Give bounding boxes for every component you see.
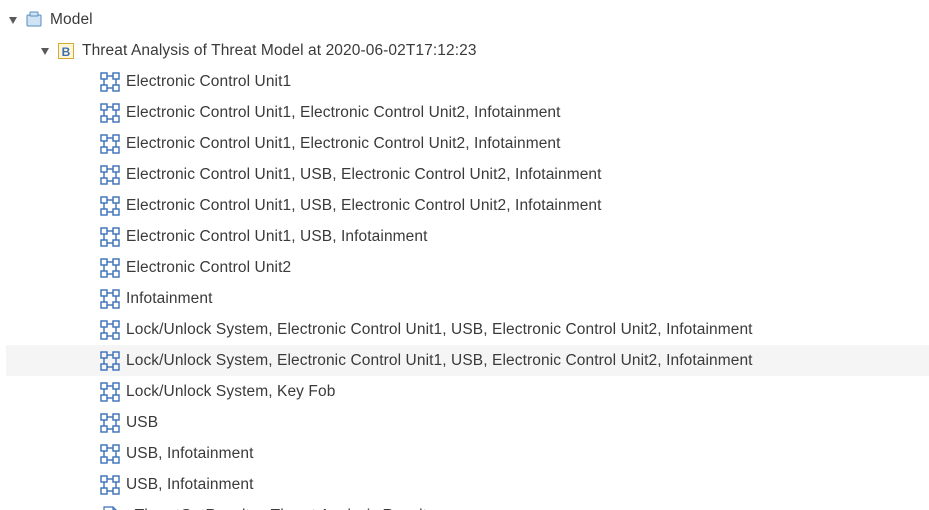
node-icon [100, 103, 120, 123]
node-icon [100, 351, 120, 371]
tree-label: Lock/Unlock System, Electronic Control U… [126, 352, 753, 370]
expander-icon[interactable] [6, 12, 22, 28]
node-icon [100, 227, 120, 247]
tree-label: Electronic Control Unit1, USB, Electroni… [126, 197, 602, 215]
tree-label: «ThreatGetResults» Threat Analysis Resul… [126, 507, 427, 510]
tree-row[interactable]: USB, Infotainment [6, 438, 929, 469]
tree-label: Lock/Unlock System, Key Fob [126, 383, 335, 401]
tree-row[interactable]: Lock/Unlock System, Electronic Control U… [6, 314, 929, 345]
model-icon [24, 10, 44, 30]
tree-row[interactable]: Lock/Unlock System, Electronic Control U… [6, 345, 929, 376]
node-icon [100, 475, 120, 495]
analysis-icon [56, 41, 76, 61]
tree-label: Infotainment [126, 290, 213, 308]
node-icon [100, 382, 120, 402]
tree-row-analysis[interactable]: Threat Analysis of Threat Model at 2020-… [6, 35, 929, 66]
tree-label: USB [126, 414, 158, 432]
tree-row[interactable]: Electronic Control Unit1, Electronic Con… [6, 97, 929, 128]
tree-row[interactable]: USB, Infotainment [6, 469, 929, 500]
tree-view: Model Threat Analysis of Threat Model at… [0, 0, 929, 510]
tree-label: Threat Analysis of Threat Model at 2020-… [82, 42, 477, 60]
tree-row[interactable]: USB [6, 407, 929, 438]
tree-label: Electronic Control Unit1, USB, Infotainm… [126, 228, 428, 246]
tree-row[interactable]: Electronic Control Unit1, USB, Electroni… [6, 190, 929, 221]
tree-label: Electronic Control Unit1, Electronic Con… [126, 104, 561, 122]
tree-label: Electronic Control Unit2 [126, 259, 291, 277]
tree-row-model[interactable]: Model [6, 4, 929, 35]
node-icon [100, 72, 120, 92]
node-icon [100, 134, 120, 154]
node-icon [100, 413, 120, 433]
expander-icon[interactable] [38, 43, 54, 59]
tree-label: Electronic Control Unit1, USB, Electroni… [126, 166, 602, 184]
node-icon [100, 165, 120, 185]
tree-row[interactable]: «ThreatGetResults» Threat Analysis Resul… [6, 500, 929, 510]
tree-label: USB, Infotainment [126, 445, 254, 463]
tree-label: Lock/Unlock System, Electronic Control U… [126, 321, 753, 339]
node-icon [100, 320, 120, 340]
node-icon [100, 444, 120, 464]
node-icon [100, 289, 120, 309]
tree-row[interactable]: Infotainment [6, 283, 929, 314]
tree-label: Model [50, 11, 93, 29]
result-icon [100, 506, 120, 510]
tree-label: Electronic Control Unit1, Electronic Con… [126, 135, 561, 153]
tree-label: Electronic Control Unit1 [126, 73, 291, 91]
tree-row[interactable]: Electronic Control Unit2 [6, 252, 929, 283]
tree-label: USB, Infotainment [126, 476, 254, 494]
node-icon [100, 258, 120, 278]
node-icon [100, 196, 120, 216]
tree-row[interactable]: Electronic Control Unit1 [6, 66, 929, 97]
tree-row[interactable]: Electronic Control Unit1, Electronic Con… [6, 128, 929, 159]
tree-row[interactable]: Electronic Control Unit1, USB, Electroni… [6, 159, 929, 190]
tree-row[interactable]: Electronic Control Unit1, USB, Infotainm… [6, 221, 929, 252]
tree-row[interactable]: Lock/Unlock System, Key Fob [6, 376, 929, 407]
